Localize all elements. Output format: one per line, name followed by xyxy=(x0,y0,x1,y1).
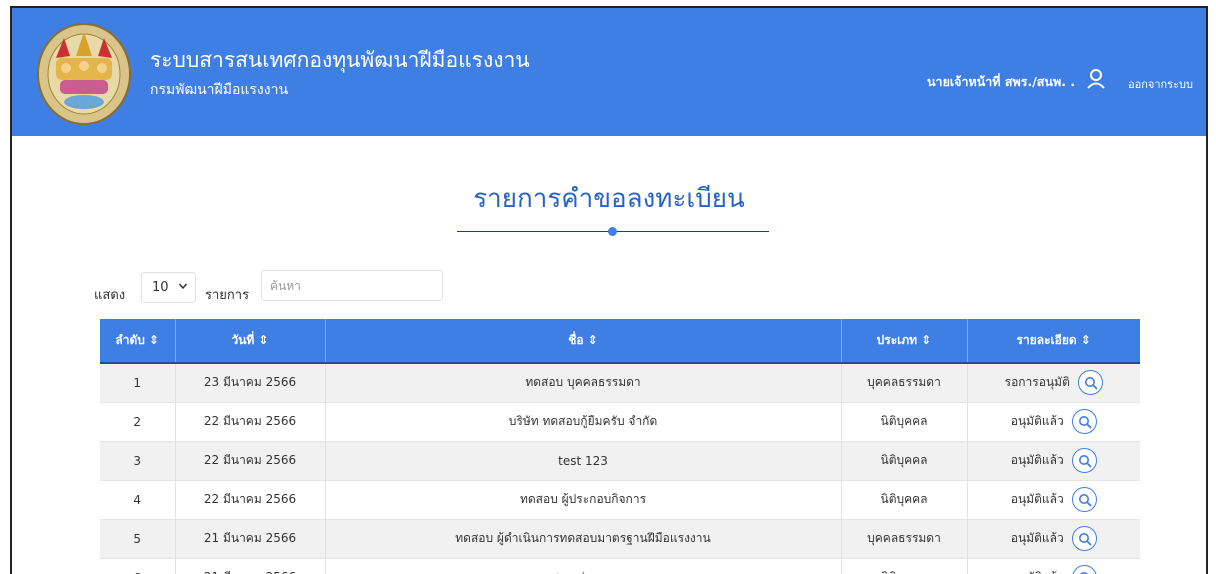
status-text: อนุมัติแล้ว xyxy=(1010,492,1064,506)
chevron-down-icon xyxy=(178,281,188,294)
column-header-type[interactable]: ประเภท ⇕ xyxy=(841,319,968,364)
page-length-select[interactable]: 10 xyxy=(141,272,196,303)
top-header: ระบบสารสนเทศกองทุนพัฒนาฝีมือแรงงาน กรมพั… xyxy=(12,8,1206,136)
view-detail-button[interactable] xyxy=(1071,409,1097,434)
cell-name: ทดสอบ ผู้ดำเนินการทดสอบมาตรฐานฝีมือแรงงา… xyxy=(325,519,842,559)
search-icon xyxy=(1078,416,1092,429)
page-title: รายการคำขอลงทะเบียน xyxy=(473,184,745,214)
cell-no: 2 xyxy=(100,402,176,442)
cell-date: 22 มีนาคม 2566 xyxy=(175,402,326,442)
cell-date: 22 มีนาคม 2566 xyxy=(175,441,326,481)
cell-detail: รอการอนุมัติ xyxy=(967,363,1140,403)
cell-no: 6 xyxy=(100,558,176,574)
site-subtitle: กรมพัฒนาฝีมือแรงงาน xyxy=(150,82,289,98)
records-label: รายการ xyxy=(205,288,250,303)
cell-name: ทดสอบ ส่วนบุคคล xyxy=(325,558,842,574)
cell-type: นิติบุคคล xyxy=(841,480,968,520)
status-text: อนุมัติแล้ว xyxy=(1010,414,1064,428)
view-detail-button[interactable] xyxy=(1071,448,1097,473)
view-detail-button[interactable] xyxy=(1071,565,1097,574)
column-header-detail[interactable]: รายละเอียด ⇕ xyxy=(967,319,1140,364)
cell-detail: อนุมัติแล้ว xyxy=(967,480,1140,520)
registration-table: ลำดับ ⇕ วันที่ ⇕ ชื่อ ⇕ ประเภท ⇕ รายละเอ… xyxy=(100,319,1140,574)
status-text: อนุมัติแล้ว xyxy=(1010,531,1064,545)
page-length-label: แสดง xyxy=(94,288,126,303)
table-row: 3 22 มีนาคม 2566 test 123 นิติบุคคล อนุมัติแ… xyxy=(100,441,1140,481)
cell-name: ทดสอบ บุคคลธรรมดา xyxy=(325,363,842,403)
cell-date: 23 มีนาคม 2566 xyxy=(175,363,326,403)
search-icon xyxy=(1078,494,1092,507)
cell-detail: อนุมัติแล้ว xyxy=(967,558,1140,574)
search-icon xyxy=(1084,377,1098,390)
cell-no: 5 xyxy=(100,519,176,559)
cell-type: นิติบุคคล xyxy=(841,558,968,574)
detail-wrapper: รอการอนุมัติ xyxy=(1004,370,1103,396)
column-header-no[interactable]: ลำดับ ⇕ xyxy=(100,319,176,364)
agency-seal-logo xyxy=(36,22,132,126)
detail-wrapper: อนุมัติแล้ว xyxy=(1011,487,1097,512)
cell-name: test 123 xyxy=(325,441,842,481)
cell-type: นิติบุคคล xyxy=(841,402,968,442)
page-length-value: 10 xyxy=(152,280,169,295)
search-icon xyxy=(1078,533,1092,546)
table-row: 1 23 มีนาคม 2566 ทดสอบ บุคคลธรรมดา บุคคลธรร… xyxy=(100,363,1140,403)
status-text: อนุมัติแล้ว xyxy=(1010,453,1064,467)
cell-detail: อนุมัติแล้ว xyxy=(967,519,1140,559)
detail-wrapper: อนุมัติแล้ว xyxy=(1011,526,1097,551)
user-icon[interactable] xyxy=(1086,68,1106,90)
cell-detail: อนุมัติแล้ว xyxy=(967,402,1140,442)
status-text: รอการอนุมัติ xyxy=(1004,375,1070,390)
cell-date: 22 มีนาคม 2566 xyxy=(175,480,326,520)
cell-type: บุคคลธรรมดา xyxy=(841,363,968,403)
cell-name: บริษัท ทดสอบกู้ยืมครับ จำกัด xyxy=(325,402,842,442)
logout-link[interactable]: ออกจากระบบ xyxy=(1128,75,1193,93)
site-title: ระบบสารสนเทศกองทุนพัฒนาฝีมือแรงงาน xyxy=(150,48,530,72)
cell-no: 3 xyxy=(100,441,176,481)
cell-type: นิติบุคคล xyxy=(841,441,968,481)
table-row: 2 22 มีนาคม 2566 บริษัท ทดสอบกู้ยืมครับ จำ… xyxy=(100,402,1140,442)
divider-dot xyxy=(608,227,617,236)
search-input[interactable] xyxy=(261,270,443,301)
user-name-link[interactable]: นายเจ้าหน้าที่ สพร./สนพ. . xyxy=(927,72,1075,92)
table-row: 4 22 มีนาคม 2566 ทดสอบ ผู้ประกอบกิจการ นิติ… xyxy=(100,480,1140,520)
app-frame: ระบบสารสนเทศกองทุนพัฒนาฝีมือแรงงาน กรมพั… xyxy=(10,6,1208,574)
detail-wrapper: อนุมัติแล้ว xyxy=(1011,409,1097,434)
status-text: อนุมัติแล้ว xyxy=(1011,568,1064,574)
cell-date: 21 มีนาคม 2566 xyxy=(175,558,326,574)
view-detail-button[interactable] xyxy=(1071,526,1097,551)
cell-no: 1 xyxy=(100,363,176,403)
cell-type: บุคคลธรรมดา xyxy=(841,519,968,559)
cell-name: ทดสอบ ผู้ประกอบกิจการ xyxy=(325,480,842,520)
view-detail-button[interactable] xyxy=(1077,370,1103,396)
cell-no: 4 xyxy=(100,480,176,520)
cell-date: 21 มีนาคม 2566 xyxy=(175,519,326,559)
table-header-row: ลำดับ ⇕ วันที่ ⇕ ชื่อ ⇕ ประเภท ⇕ รายละเอ… xyxy=(100,319,1140,364)
search-icon xyxy=(1078,455,1092,468)
column-header-name[interactable]: ชื่อ ⇕ xyxy=(325,319,842,364)
view-detail-button[interactable] xyxy=(1071,487,1097,512)
column-header-date[interactable]: วันที่ ⇕ xyxy=(175,319,326,364)
detail-wrapper: อนุมัติแล้ว xyxy=(1011,565,1097,574)
cell-detail: อนุมัติแล้ว xyxy=(967,441,1140,481)
table-row: 5 21 มีนาคม 2566 ทดสอบ ผู้ดำเนินการทดสอบมา… xyxy=(100,519,1140,559)
table-row: 621 มีนาคม 2566ทดสอบ ส่วนบุคคลนิติบุคคลอ… xyxy=(100,558,1140,574)
detail-wrapper: อนุมัติแล้ว xyxy=(1011,448,1097,473)
